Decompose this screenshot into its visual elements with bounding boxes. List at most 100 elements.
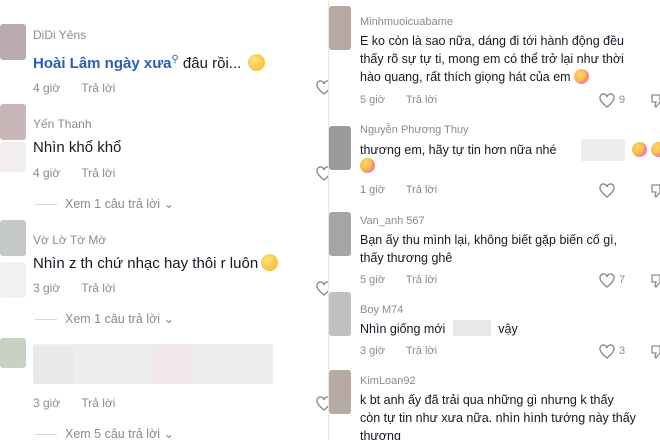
comment-username[interactable]: Van_anh 567	[360, 215, 425, 227]
reply-button[interactable]: Trả lời	[406, 274, 437, 286]
comment-text-line: E ko còn là sao nữa, dáng đi tới hành độ…	[360, 34, 624, 48]
heart-icon[interactable]	[599, 183, 615, 199]
reply-button[interactable]: Trả lời	[81, 396, 115, 410]
comment-time: 3 giờ	[360, 345, 385, 357]
comment-time: 5 giờ	[360, 274, 385, 286]
avatar[interactable]	[329, 6, 351, 50]
like-count: 9	[619, 94, 626, 106]
comment-text-line: thấy rõ sự tự ti, mong em có thể trở lại…	[360, 52, 624, 66]
like-count: 7	[619, 274, 626, 286]
dislike-icon[interactable]	[649, 273, 660, 289]
comment-text-body: vậy	[498, 322, 518, 336]
dislike-icon[interactable]	[649, 93, 660, 109]
comment-username[interactable]: Boy M74	[360, 304, 403, 316]
avatar[interactable]	[329, 126, 351, 170]
reply-button[interactable]: Trả lời	[81, 281, 115, 295]
comment-meta: 4 giờ Trả lời	[33, 81, 133, 95]
heart-icon[interactable]	[599, 273, 615, 289]
emoji-icon	[261, 254, 279, 271]
comment-text-body: hào quang, rất thích giọng hát của em	[360, 70, 571, 84]
comment-text: Nhìn khổ khổ	[33, 139, 122, 156]
avatar[interactable]	[329, 370, 351, 414]
comment-username[interactable]: DiDi Yêns	[33, 28, 86, 42]
heart-icon[interactable]	[316, 396, 328, 412]
comment-time: 4 giờ	[33, 81, 61, 95]
heart-icon[interactable]	[316, 80, 328, 96]
heart-icon[interactable]	[599, 93, 615, 109]
comment-text-line: còn tự tin như xưa nữa. nhìn hình tướng …	[360, 411, 636, 425]
comment-text-body: thương em, hãy tự tin hơn nữa nhé	[360, 143, 557, 157]
divider	[35, 204, 57, 206]
avatar-shadow	[0, 142, 26, 172]
emoji-icon	[573, 69, 589, 84]
blurred-content	[581, 139, 625, 161]
divider	[35, 434, 57, 436]
comment-text-line: thương	[360, 429, 401, 440]
comment-meta: 4 giờ Trả lời	[33, 166, 133, 180]
comment-meta: 3 giờ Trả lời	[33, 396, 133, 410]
search-icon[interactable]: ⚲	[171, 54, 178, 65]
comment-username[interactable]: Yến Thanh	[33, 117, 92, 131]
avatar[interactable]	[0, 338, 26, 368]
comment-text: Bạn ấy thu mình lại, không biết gặp biến…	[360, 231, 660, 267]
heart-icon[interactable]	[599, 344, 615, 360]
avatar[interactable]	[0, 24, 26, 60]
divider	[35, 319, 57, 321]
view-replies-label: Xem 5 câu trả lời	[65, 427, 161, 440]
chevron-down-icon: ⌄	[163, 197, 175, 211]
reply-button[interactable]: Trả lời	[406, 94, 437, 106]
comment-time: 5 giờ	[360, 94, 385, 106]
comment-username[interactable]: Minhmuoicuabame	[360, 16, 453, 28]
comment-text-body: Nhìn giống mới	[360, 322, 446, 336]
comment-text-line: hào quang, rất thích giọng hát của em	[360, 68, 660, 86]
comment-text: E ko còn là sao nữa, dáng đi tới hành độ…	[360, 32, 660, 86]
view-replies-button[interactable]: Xem 1 câu trả lời ⌄	[35, 196, 174, 211]
blurred-content	[452, 320, 491, 336]
chevron-down-icon: ⌄	[163, 427, 175, 440]
view-replies-button[interactable]: Xem 1 câu trả lời ⌄	[35, 311, 174, 326]
avatar[interactable]	[329, 212, 351, 256]
comment-time: 1 giờ	[360, 184, 385, 196]
chevron-down-icon: ⌄	[163, 312, 175, 326]
comment-text-line: k bt anh ấy đã trải qua những gì nhưng k…	[360, 393, 614, 407]
comment-username[interactable]: Vờ Lờ Tờ Mờ	[33, 233, 106, 247]
emoji-icon	[248, 54, 266, 71]
comment-time: 4 giờ	[33, 166, 61, 180]
heart-icon[interactable]	[316, 281, 328, 297]
avatar[interactable]	[329, 292, 351, 336]
comment-meta: 3 giờ Trả lời	[33, 281, 133, 295]
view-replies-label: Xem 1 câu trả lời	[65, 312, 161, 326]
reply-button[interactable]: Trả lời	[406, 345, 437, 357]
comment-time: 3 giờ	[33, 396, 61, 410]
view-replies-button[interactable]: Xem 5 câu trả lời ⌄	[35, 426, 174, 440]
emoji-icon	[651, 142, 660, 157]
left-comments-panel: DiDi Yêns Hoài Lâm ngày xưa⚲ đâu rồi... …	[0, 0, 328, 440]
reply-button[interactable]: Trả lời	[406, 184, 437, 196]
reply-button[interactable]: Trả lời	[81, 81, 115, 95]
comment-meta: 3 giờ Trả lời	[360, 345, 455, 357]
comment-meta: 5 giờ Trả lời	[360, 94, 455, 106]
blurred-content	[153, 344, 193, 384]
like-count: 3	[619, 345, 626, 357]
right-comments-panel: Minhmuoicuabame E ko còn là sao nữa, dán…	[328, 0, 660, 440]
comment-text-line: Bạn ấy thu mình lại, không biết gặp biến…	[360, 233, 618, 247]
mention-link[interactable]: Hoài Lâm ngày xưa	[33, 55, 171, 72]
avatar[interactable]	[0, 220, 26, 256]
dislike-icon[interactable]	[649, 344, 660, 360]
comment-text-body: Nhìn z th chứ nhạc hay thôi r luôn	[33, 255, 259, 272]
blurred-content	[33, 346, 73, 384]
comment-meta: 5 giờ Trả lời	[360, 274, 455, 286]
comment-text: Nhìn z th chứ nhạc hay thôi r luôn	[33, 254, 279, 274]
comment-time: 3 giờ	[33, 281, 61, 295]
comment-username[interactable]: KimLoan92	[360, 375, 416, 387]
comment-text-body: đâu rồi...	[182, 55, 242, 72]
comment-username[interactable]: Nguyễn Phương Thuy	[360, 124, 469, 136]
reply-button[interactable]: Trả lời	[81, 166, 115, 180]
dislike-icon[interactable]	[649, 183, 660, 199]
avatar[interactable]	[0, 104, 26, 140]
heart-icon[interactable]	[316, 166, 328, 182]
comment-meta: 1 giờ Trả lời	[360, 184, 455, 196]
comment-text: Nhìn giống mới vậy	[360, 320, 660, 338]
avatar-shadow	[0, 262, 26, 298]
view-replies-label: Xem 1 câu trả lời	[65, 197, 161, 211]
